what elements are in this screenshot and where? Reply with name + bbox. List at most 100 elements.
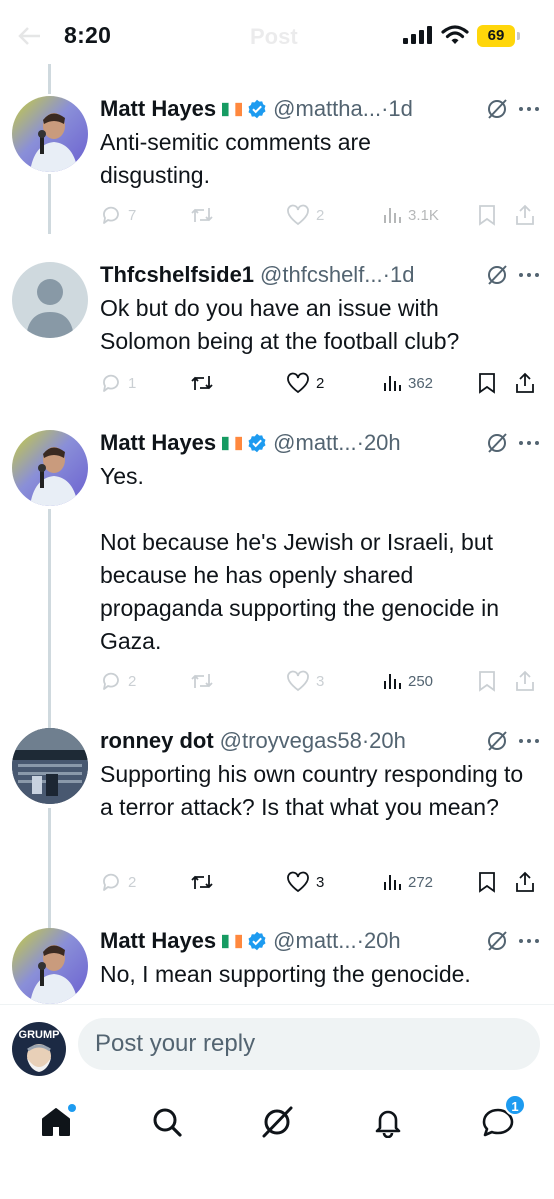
author-handle[interactable]: @troyvegas58 (220, 728, 362, 754)
tweet-actions: 1 2 362 (100, 368, 540, 398)
stadium-photo (12, 728, 88, 804)
status-time: 8:20 (64, 22, 112, 48)
heart-icon (287, 871, 309, 893)
tweet-actions: 2 3 250 (100, 666, 540, 696)
share-button[interactable] (514, 666, 536, 696)
grok-icon[interactable] (486, 432, 508, 454)
home-icon (42, 1108, 70, 1136)
home-notification-dot (68, 1104, 76, 1112)
reply-composer: GRUMP Post your reply (0, 1004, 554, 1084)
tweet-text: Supporting his own country responding to… (100, 761, 530, 820)
back-arrow-icon[interactable] (18, 26, 42, 46)
reply-button[interactable]: 7 (100, 200, 136, 230)
tweet-actions: 7 2 3.1K (100, 200, 540, 230)
avatar[interactable] (12, 928, 88, 1004)
thread-line (48, 808, 51, 930)
tweet-time[interactable]: ·1d (381, 96, 413, 122)
view-count: 362 (408, 374, 434, 392)
reply-input[interactable]: Post your reply (78, 1018, 540, 1070)
bookmark-icon (479, 205, 495, 226)
tweet-text: Ok but do you have an issue with Solomon… (100, 295, 460, 354)
nav-messages[interactable]: 1 (476, 1094, 526, 1144)
nav-search[interactable] (145, 1100, 189, 1144)
author-name[interactable]: Matt Hayes (100, 430, 216, 456)
share-button[interactable] (514, 200, 536, 230)
retweet-icon (191, 875, 213, 889)
views-icon (384, 208, 401, 223)
views-button[interactable]: 362 (382, 368, 433, 398)
more-options-icon[interactable] (518, 272, 540, 278)
view-count: 272 (408, 873, 434, 891)
avatar[interactable] (12, 262, 88, 338)
tweet-time[interactable]: ·20h (357, 928, 401, 954)
share-button[interactable] (514, 368, 536, 398)
bookmark-button[interactable] (478, 666, 496, 696)
bookmark-button[interactable] (478, 368, 496, 398)
avatar[interactable] (12, 96, 88, 172)
author-handle[interactable]: @mattha... (273, 96, 381, 122)
views-button[interactable]: 272 (382, 867, 433, 897)
views-button[interactable]: 250 (382, 666, 433, 696)
retweet-button[interactable] (190, 368, 214, 398)
verified-badge-icon (248, 99, 266, 119)
battery-cap (517, 32, 520, 40)
grok-icon[interactable] (486, 98, 508, 120)
like-button[interactable]: 2 (286, 368, 324, 398)
views-button[interactable]: 3.1K (382, 200, 439, 230)
verified-badge-icon (248, 433, 266, 453)
author-name[interactable]: ronney dot (100, 728, 214, 754)
avatar[interactable] (12, 430, 88, 506)
tweet-text: Anti-semitic comments are disgusting. (100, 129, 378, 188)
author-handle[interactable]: @thfcshelf... (260, 262, 383, 288)
like-count: 2 (316, 374, 325, 392)
bookmark-button[interactable] (478, 867, 496, 897)
more-options-icon[interactable] (518, 440, 540, 446)
tweet-time[interactable]: ·20h (362, 728, 406, 754)
reply-count: 2 (128, 873, 137, 891)
tweet-time[interactable]: ·1d (383, 262, 415, 288)
reply-count: 7 (128, 206, 137, 224)
grok-icon[interactable] (486, 264, 508, 286)
default-profile-icon (12, 262, 88, 338)
grok-icon[interactable] (486, 730, 508, 752)
my-avatar[interactable]: GRUMP (12, 1022, 66, 1076)
share-icon (516, 204, 534, 225)
bookmark-icon (479, 872, 495, 893)
retweet-button[interactable] (190, 666, 214, 696)
retweet-button[interactable] (190, 867, 214, 897)
view-count: 250 (408, 672, 434, 690)
like-button[interactable]: 3 (286, 867, 324, 897)
nav-home[interactable] (34, 1100, 78, 1144)
status-bar: Post 8:20 69 (0, 0, 554, 72)
wifi-icon (441, 25, 469, 44)
more-options-icon[interactable] (518, 738, 540, 744)
tweet-time[interactable]: ·20h (357, 430, 401, 456)
avatar[interactable] (12, 728, 88, 804)
retweet-icon (191, 674, 213, 688)
reply-button[interactable]: 2 (100, 867, 136, 897)
share-button[interactable] (514, 867, 536, 897)
author-handle[interactable]: @matt... (273, 928, 356, 954)
verified-badge-icon (248, 931, 266, 951)
author-name[interactable]: Thfcshelfside1 (100, 262, 254, 288)
like-button[interactable]: 3 (286, 666, 324, 696)
reply-button[interactable]: 1 (100, 368, 136, 398)
bookmark-button[interactable] (478, 200, 496, 230)
nav-notifications[interactable] (366, 1100, 410, 1144)
view-count: 3.1K (408, 206, 439, 224)
reply-button[interactable]: 2 (100, 666, 136, 696)
author-handle[interactable]: @matt... (273, 430, 356, 456)
retweet-button[interactable] (190, 200, 214, 230)
grok-icon[interactable] (486, 930, 508, 952)
more-options-icon[interactable] (518, 106, 540, 112)
more-options-icon[interactable] (518, 938, 540, 944)
nav-grok[interactable] (255, 1100, 299, 1144)
author-name[interactable]: Matt Hayes (100, 96, 216, 122)
author-name[interactable]: Matt Hayes (100, 928, 216, 954)
like-button[interactable]: 2 (286, 200, 324, 230)
reply-icon (103, 206, 119, 224)
reply-count: 1 (128, 374, 137, 392)
reply-count: 2 (128, 672, 137, 690)
bell-icon (375, 1110, 401, 1138)
thread-line-top (48, 64, 51, 94)
